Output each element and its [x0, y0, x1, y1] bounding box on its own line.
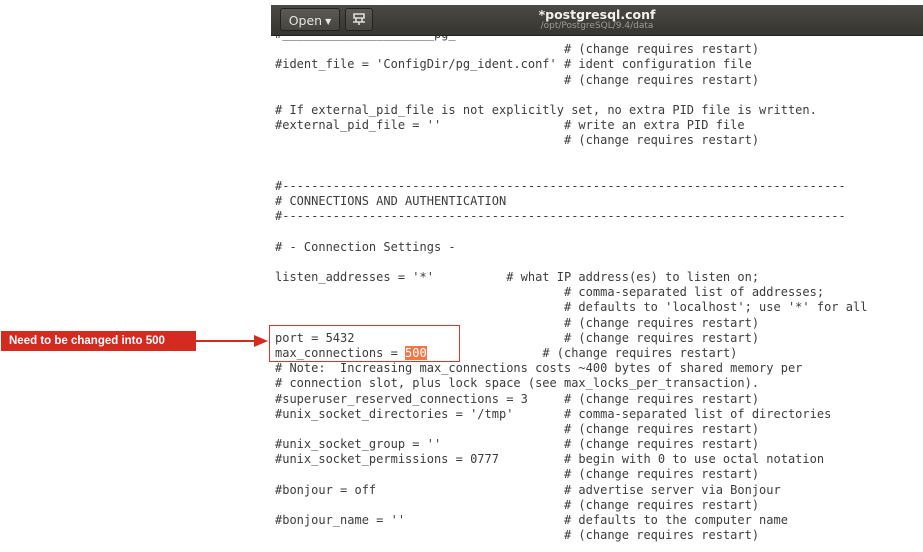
code-lines: #_____________________pg_ # (change requ… [275, 36, 867, 543]
annotation-label: Need to be changed into 500 [1, 331, 196, 351]
code-line: #ident_file = 'ConfigDir/pg_ident.conf' … [275, 57, 752, 72]
code-line: # (change requires restart) [275, 72, 760, 87]
code-line: # - Connection Settings - [275, 239, 456, 254]
code-line: # Note: Increasing max_connections costs… [275, 361, 803, 376]
code-line: #unix_socket_permissions = 0777 # begin … [275, 452, 825, 467]
code-line: # (change requires restart) [275, 133, 760, 148]
code-line: # (change requires restart) [275, 421, 760, 436]
code-line: # (change requires restart) [275, 42, 760, 57]
code-line: #superuser_reserved_connections = 3 # (c… [275, 391, 760, 406]
max-connections-comment: # (change requires restart) [426, 345, 738, 360]
code-line: #---------------------------------------… [275, 178, 846, 193]
code-line: #bonjour = off # advertise server via Bo… [275, 482, 781, 497]
code-line: # CONNECTIONS AND AUTHENTICATION [275, 194, 507, 209]
text-editor[interactable]: #_____________________pg_ # (change requ… [271, 36, 923, 552]
title-bar: Open ▼ *postgresql.conf /opt/PostgreSQL/9… [271, 5, 923, 36]
code-line: # comma-separated list of addresses; [275, 285, 825, 300]
code-line: # defaults to 'localhost'; use '*' for a… [275, 300, 868, 315]
code-line: # If external_pid_file is not explicitly… [275, 102, 817, 117]
code-line: #external_pid_file = '' # write an extra… [275, 118, 745, 133]
code-line: #---------------------------------------… [275, 209, 846, 224]
code-line: #unix_socket_directories = '/tmp' # comm… [275, 406, 832, 421]
highlight-box [269, 325, 460, 362]
code-line: # connection slot, plus lock space (see … [275, 376, 760, 391]
code-line: # (change requires restart) [275, 497, 760, 512]
code-line: #bonjour_name = '' # defaults to the com… [275, 513, 788, 527]
code-line: # (change requires restart) [275, 528, 760, 543]
window-title: *postgresql.conf [538, 7, 656, 22]
code-line: #unix_socket_group = '' # (change requir… [275, 437, 760, 452]
window-path: /opt/PostgreSQL/9.4/data [540, 21, 654, 31]
code-line: listen_addresses = '*' # what IP address… [275, 270, 760, 284]
arrow-icon [196, 335, 268, 347]
code-line: # (change requires restart) [275, 467, 760, 482]
